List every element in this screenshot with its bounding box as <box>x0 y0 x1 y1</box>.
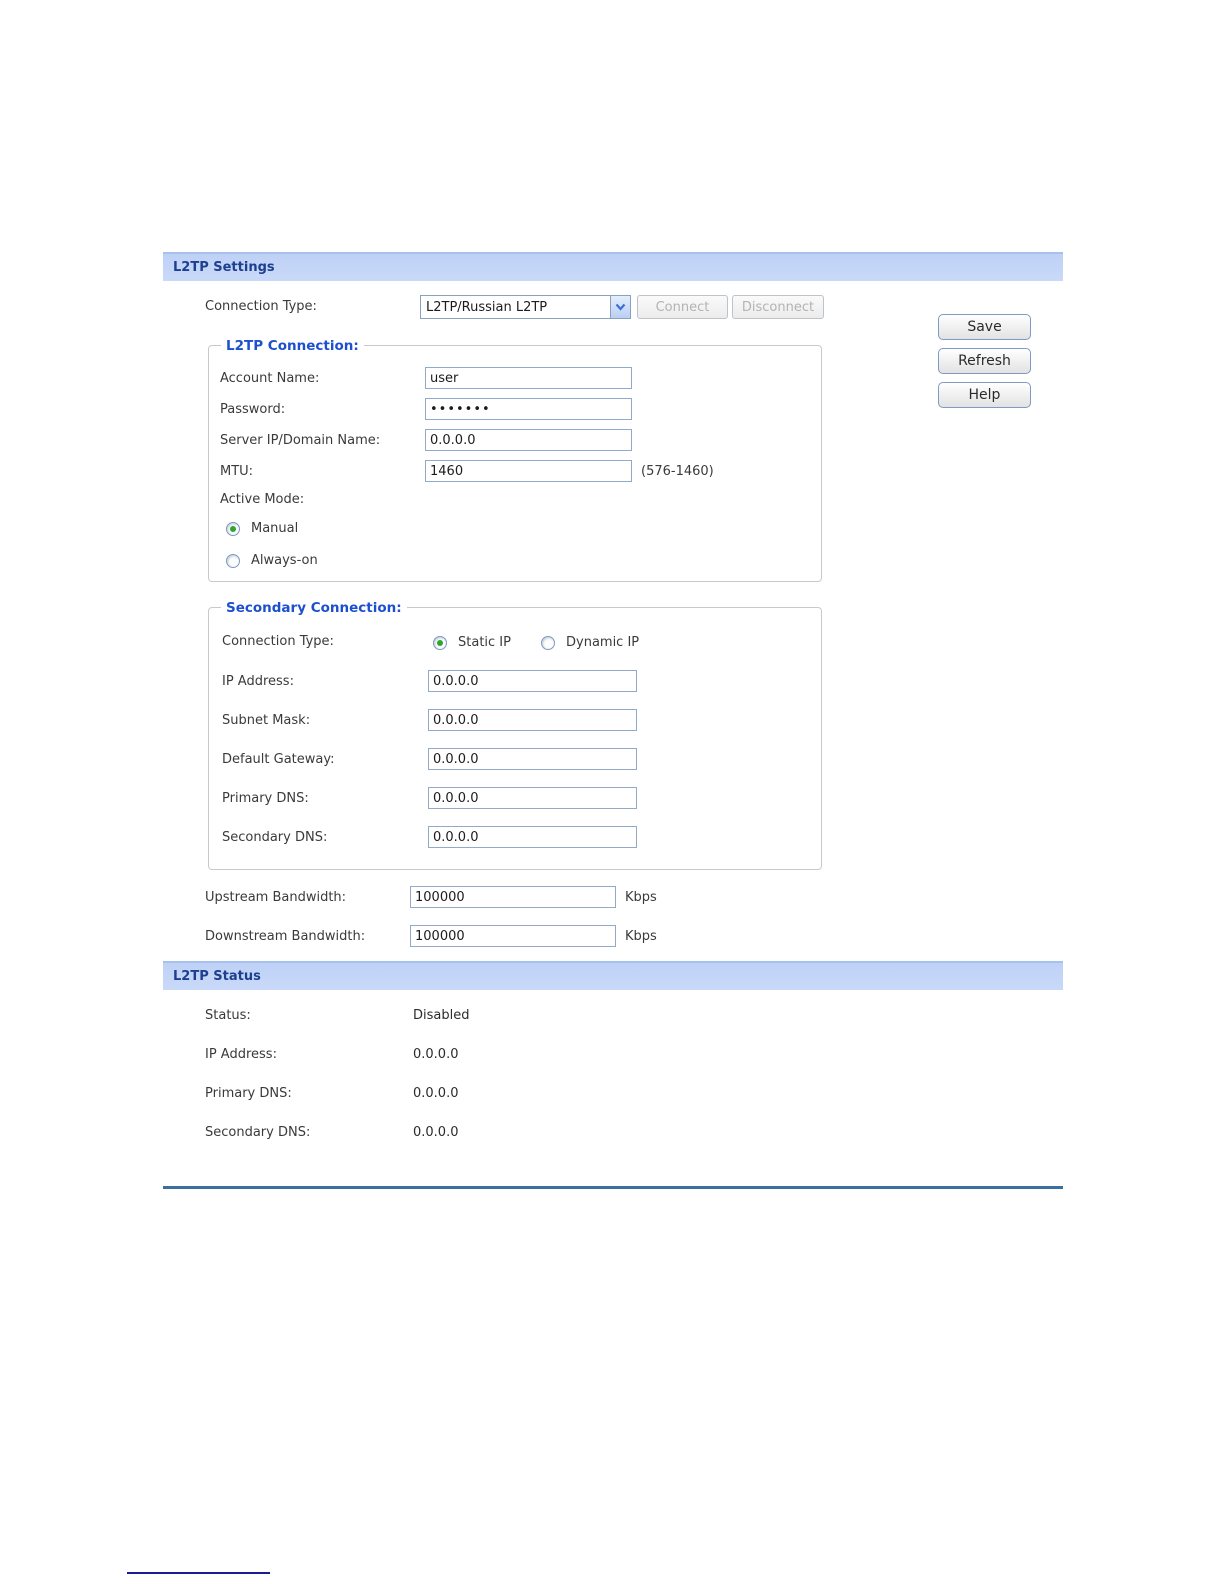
upstream-bandwidth-input[interactable] <box>410 886 616 908</box>
upstream-bandwidth-label: Upstream Bandwidth: <box>205 890 347 905</box>
default-gateway-label: Default Gateway: <box>222 752 335 767</box>
connection-type-selected-value: L2TP/Russian L2TP <box>426 299 548 315</box>
chevron-down-icon[interactable] <box>610 296 630 318</box>
subnet-mask-input[interactable] <box>428 709 637 731</box>
disconnect-button[interactable]: Disconnect <box>732 295 824 319</box>
always-on-radio-label: Always-on <box>251 553 318 568</box>
mtu-input[interactable] <box>425 460 632 482</box>
primary-dns-label: Primary DNS: <box>222 791 309 806</box>
downstream-bandwidth-unit: Kbps <box>625 929 657 944</box>
password-label: Password: <box>220 402 286 417</box>
bottom-divider <box>163 1186 1063 1189</box>
l2tp-settings-page: { "headers": { "settings_title": "L2TP S… <box>0 0 1224 1584</box>
l2tp-connection-legend: L2TP Connection: <box>221 337 364 355</box>
secondary-connection-type-label: Connection Type: <box>222 634 334 649</box>
disconnect-button-label: Disconnect <box>741 299 815 315</box>
always-on-radio-icon[interactable] <box>226 553 240 568</box>
l2tp-status-title: L2TP Status <box>173 969 261 984</box>
connection-type-label: Connection Type: <box>205 299 317 314</box>
status-primary-dns-value: 0.0.0.0 <box>413 1086 459 1101</box>
mtu-range-note: (576-1460) <box>641 464 714 479</box>
account-name-label: Account Name: <box>220 371 320 386</box>
status-ip-address-label: IP Address: <box>205 1047 277 1062</box>
connect-button[interactable]: Connect <box>637 295 728 319</box>
l2tp-settings-header: L2TP Settings <box>163 252 1063 281</box>
static-ip-radio-icon[interactable] <box>433 635 447 650</box>
connection-type-select[interactable]: L2TP/Russian L2TP <box>420 295 631 319</box>
status-label: Status: <box>205 1008 251 1023</box>
upstream-bandwidth-unit: Kbps <box>625 890 657 905</box>
mtu-label: MTU: <box>220 464 254 479</box>
secondary-connection-legend: Secondary Connection: <box>221 599 407 617</box>
dynamic-ip-radio-label: Dynamic IP <box>566 635 640 650</box>
default-gateway-input[interactable] <box>428 748 637 770</box>
active-mode-always-on-option[interactable]: Always-on <box>226 553 318 568</box>
manual-radio-icon[interactable] <box>226 521 240 536</box>
l2tp-settings-title: L2TP Settings <box>173 260 275 275</box>
active-mode-manual-option[interactable]: Manual <box>226 521 298 536</box>
active-mode-label: Active Mode: <box>220 492 305 507</box>
ip-address-input[interactable] <box>428 670 637 692</box>
status-secondary-dns-value: 0.0.0.0 <box>413 1125 459 1140</box>
l2tp-status-header: L2TP Status <box>163 961 1063 990</box>
static-ip-radio-label: Static IP <box>458 635 511 650</box>
manual-radio-label: Manual <box>251 521 299 536</box>
status-value: Disabled <box>413 1008 470 1023</box>
primary-dns-input[interactable] <box>428 787 637 809</box>
save-button-label: Save <box>967 319 1002 335</box>
help-button[interactable]: Help <box>938 382 1031 408</box>
secondary-dns-input[interactable] <box>428 826 637 848</box>
subnet-mask-label: Subnet Mask: <box>222 713 311 728</box>
status-primary-dns-label: Primary DNS: <box>205 1086 292 1101</box>
status-ip-address-value: 0.0.0.0 <box>413 1047 459 1062</box>
ip-address-label: IP Address: <box>222 674 294 689</box>
connect-button-label: Connect <box>655 299 710 315</box>
help-button-label: Help <box>968 387 1001 403</box>
downstream-bandwidth-input[interactable] <box>410 925 616 947</box>
refresh-button-label: Refresh <box>958 353 1011 369</box>
static-ip-option[interactable]: Static IP <box>433 635 511 650</box>
refresh-button[interactable]: Refresh <box>938 348 1031 374</box>
account-name-input[interactable] <box>425 367 632 389</box>
status-secondary-dns-label: Secondary DNS: <box>205 1125 311 1140</box>
downstream-bandwidth-label: Downstream Bandwidth: <box>205 929 366 944</box>
dynamic-ip-option[interactable]: Dynamic IP <box>541 635 639 650</box>
save-button[interactable]: Save <box>938 314 1031 340</box>
footer-line <box>127 1572 270 1574</box>
server-ip-label: Server IP/Domain Name: <box>220 433 381 448</box>
secondary-dns-label: Secondary DNS: <box>222 830 328 845</box>
dynamic-ip-radio-icon[interactable] <box>541 635 555 650</box>
password-input[interactable] <box>425 398 632 420</box>
server-ip-input[interactable] <box>425 429 632 451</box>
